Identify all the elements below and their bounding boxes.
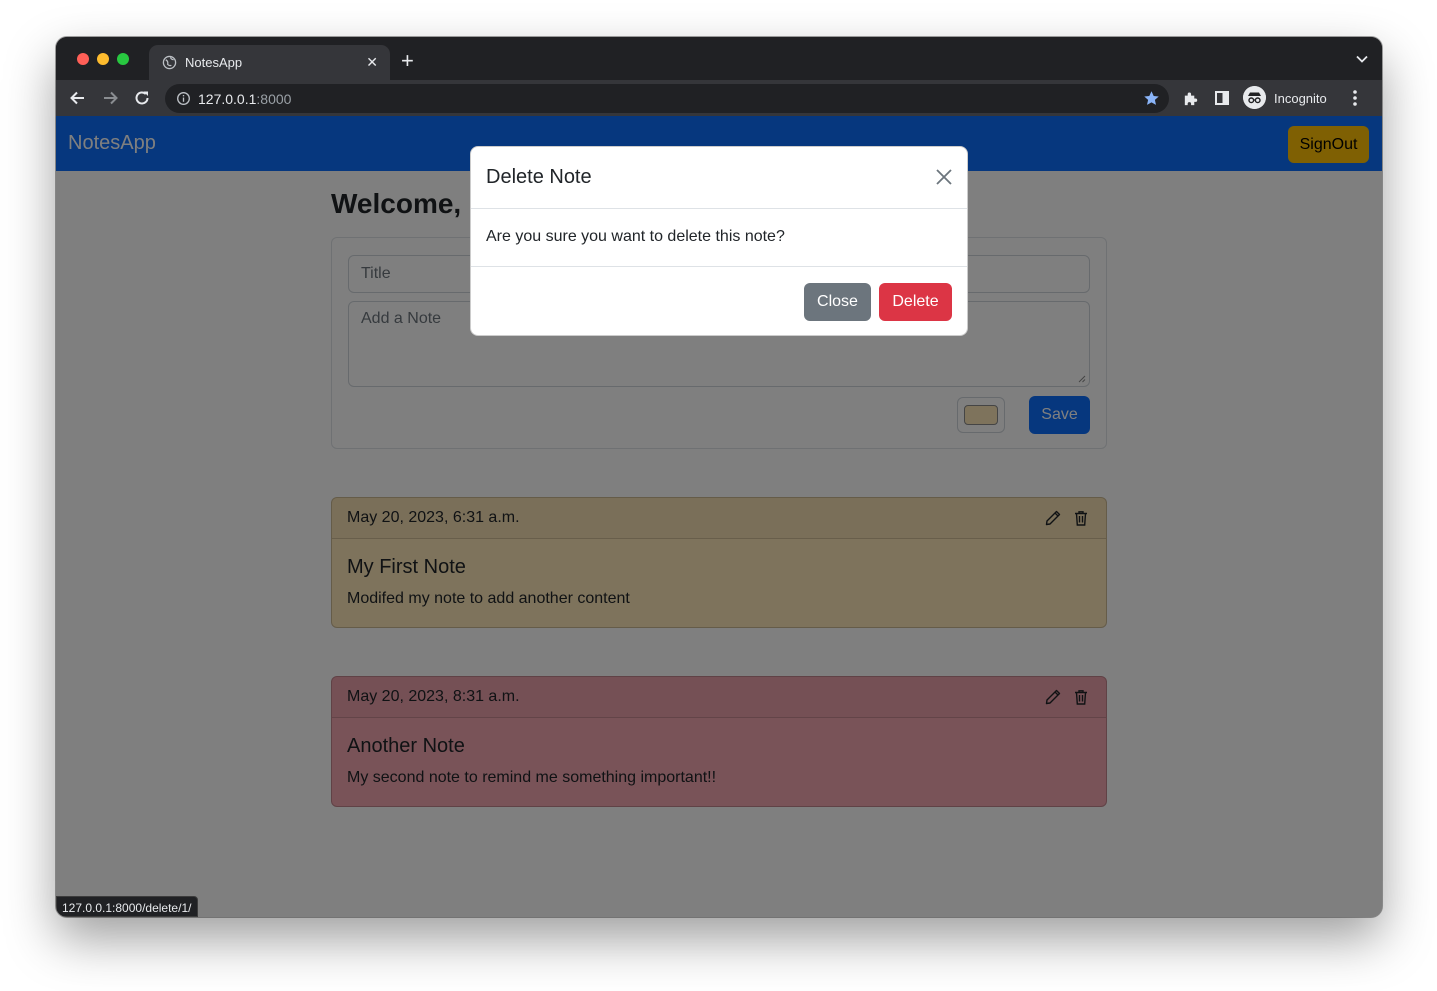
delete-note-modal: Delete Note Are you sure you want to del…	[470, 146, 968, 336]
status-bar-url: 127.0.0.1:8000/delete/1/	[56, 896, 199, 917]
modal-header: Delete Note	[471, 147, 967, 209]
minimize-window-button[interactable]	[97, 53, 109, 65]
address-bar[interactable]: 127.0.0.1:8000	[165, 84, 1169, 113]
tab-strip: NotesApp ✕ +	[56, 37, 1382, 80]
reload-icon[interactable]	[132, 88, 152, 108]
bookmark-star-icon[interactable]	[1143, 90, 1160, 107]
tab-search-icon[interactable]	[1356, 55, 1368, 63]
url-text: 127.0.0.1:8000	[198, 91, 291, 107]
modal-message: Are you sure you want to delete this not…	[486, 228, 785, 245]
modal-footer: Close Delete	[471, 266, 967, 336]
menu-icon[interactable]	[1352, 89, 1358, 107]
incognito-icon	[1243, 86, 1266, 109]
new-tab-button[interactable]: +	[401, 50, 414, 72]
page-viewport: NotesApp SignOut Welcome, s Title Add a …	[56, 116, 1382, 917]
url-port: :8000	[256, 91, 292, 107]
delete-button[interactable]: Delete	[879, 283, 952, 321]
info-icon[interactable]	[176, 91, 191, 106]
close-icon[interactable]	[935, 168, 953, 186]
globe-icon	[162, 55, 177, 70]
url-host: 127.0.0.1	[198, 91, 257, 107]
browser-tab[interactable]: NotesApp ✕	[149, 45, 390, 80]
modal-title: Delete Note	[486, 166, 592, 188]
close-button[interactable]: Close	[804, 283, 871, 321]
browser-toolbar: 127.0.0.1:8000 Incognito	[56, 80, 1382, 116]
tab-close-icon[interactable]: ✕	[366, 54, 378, 70]
incognito-label: Incognito	[1274, 91, 1327, 106]
tab-title: NotesApp	[185, 55, 243, 70]
back-icon[interactable]	[68, 88, 88, 108]
forward-icon[interactable]	[100, 88, 120, 108]
side-panel-icon[interactable]	[1215, 91, 1229, 105]
maximize-window-button[interactable]	[117, 53, 129, 65]
extensions-icon[interactable]	[1182, 90, 1199, 107]
browser-window: NotesApp ✕ + 127.0.0.1:8000 Incognito De…	[56, 37, 1382, 917]
close-window-button[interactable]	[77, 53, 89, 65]
